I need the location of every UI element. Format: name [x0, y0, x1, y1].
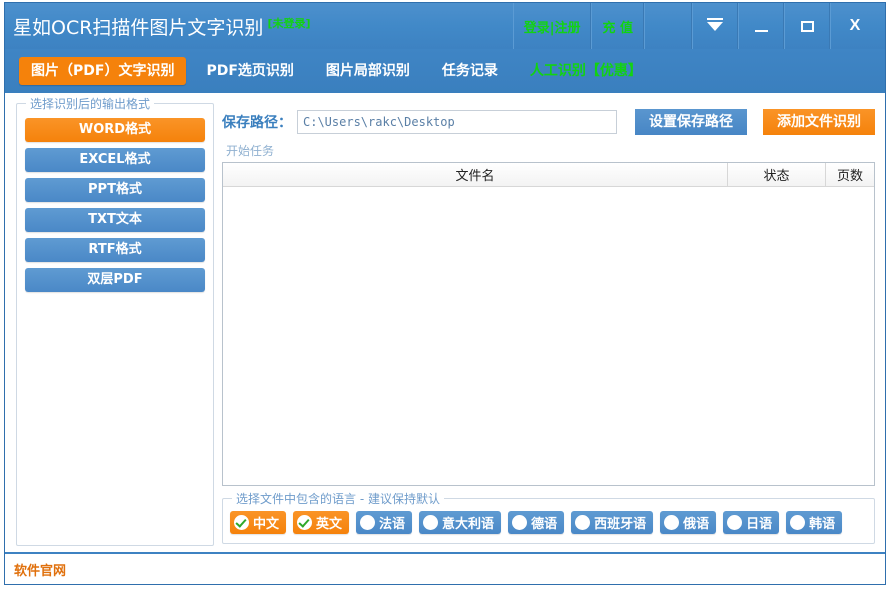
language-label: 韩语: [809, 513, 835, 532]
minimize-icon: [755, 30, 768, 32]
output-format-groupbox: 选择识别后的输出格式 WORD格式 EXCEL格式 PPT格式 TXT文本 RT…: [16, 103, 214, 546]
check-icon: [297, 515, 312, 530]
language-label: 法语: [379, 513, 405, 532]
status-bar: 软件官网: [5, 552, 885, 584]
language-button-korean[interactable]: 韩语: [786, 511, 842, 534]
content-area: 选择识别后的输出格式 WORD格式 EXCEL格式 PPT格式 TXT文本 RT…: [5, 93, 885, 552]
language-button-german[interactable]: 德语: [508, 511, 564, 534]
save-path-label: 保存路径：: [222, 112, 292, 132]
recharge-button[interactable]: 充 值: [591, 3, 644, 49]
column-header-status[interactable]: 状态: [728, 163, 826, 186]
minimize-button[interactable]: [738, 3, 784, 49]
close-button[interactable]: X: [830, 3, 885, 49]
format-button-excel[interactable]: EXCEL格式: [25, 148, 205, 172]
file-table: 文件名 状态 页数: [222, 162, 875, 486]
file-table-body[interactable]: [223, 187, 874, 485]
tab-image-pdf-ocr[interactable]: 图片（PDF）文字识别: [19, 57, 186, 85]
language-label: 意大利语: [442, 513, 494, 532]
language-label: 德语: [531, 513, 557, 532]
circle-icon: [512, 515, 527, 530]
file-table-header: 文件名 状态 页数: [223, 163, 874, 187]
tab-image-region-ocr[interactable]: 图片局部识别: [314, 57, 422, 85]
main-panel: 保存路径： 设置保存路径 添加文件识别 开始任务 文件名 状态 页数 选择文件中…: [222, 103, 875, 546]
tab-strip: 图片（PDF）文字识别 PDF选页识别 图片局部识别 任务记录 人工识别【优惠】: [5, 49, 885, 93]
tab-manual-ocr[interactable]: 人工识别【优惠】: [518, 57, 654, 85]
language-button-spanish[interactable]: 西班牙语: [571, 511, 653, 534]
format-button-word[interactable]: WORD格式: [25, 118, 205, 142]
output-format-group-title: 选择识别后的输出格式: [26, 95, 154, 112]
language-button-italian[interactable]: 意大利语: [419, 511, 501, 534]
save-path-input[interactable]: [297, 110, 617, 134]
tab-pdf-page-select-ocr[interactable]: PDF选页识别: [194, 57, 305, 85]
circle-icon: [727, 515, 742, 530]
close-icon: X: [850, 17, 861, 35]
start-task-label: 开始任务: [226, 142, 875, 159]
language-label: 日语: [746, 513, 772, 532]
main-window: 星如OCR扫描件图片文字识别 [未登录] 登录|注册 充 值 X 图片（PDF）…: [4, 2, 886, 585]
format-button-rtf[interactable]: RTF格式: [25, 238, 205, 262]
format-button-dual-layer-pdf[interactable]: 双层PDF: [25, 268, 205, 292]
chevron-down-icon: [707, 22, 723, 31]
tab-task-history[interactable]: 任务记录: [430, 57, 510, 85]
set-save-path-button[interactable]: 设置保存路径: [635, 109, 747, 135]
save-path-row: 保存路径： 设置保存路径 添加文件识别: [222, 109, 875, 135]
circle-icon: [423, 515, 438, 530]
language-label: 中文: [253, 513, 279, 532]
language-group-title: 选择文件中包含的语言 - 建议保持默认: [232, 490, 444, 507]
column-header-pages[interactable]: 页数: [826, 163, 874, 186]
language-label: 俄语: [683, 513, 709, 532]
circle-icon: [360, 515, 375, 530]
title-bar: 星如OCR扫描件图片文字识别 [未登录] 登录|注册 充 值 X: [5, 3, 885, 49]
format-button-txt[interactable]: TXT文本: [25, 208, 205, 232]
language-button-russian[interactable]: 俄语: [660, 511, 716, 534]
circle-icon: [790, 515, 805, 530]
language-label: 西班牙语: [594, 513, 646, 532]
output-format-panel: 选择识别后的输出格式 WORD格式 EXCEL格式 PPT格式 TXT文本 RT…: [16, 103, 214, 546]
column-header-filename[interactable]: 文件名: [223, 163, 728, 186]
check-icon: [234, 515, 249, 530]
title-bar-divider: [644, 3, 692, 49]
application-window: 星如OCR扫描件图片文字识别 [未登录] 登录|注册 充 值 X 图片（PDF）…: [0, 0, 890, 589]
format-button-ppt[interactable]: PPT格式: [25, 178, 205, 202]
language-button-english[interactable]: 英文: [293, 511, 349, 534]
language-label: 英文: [316, 513, 342, 532]
circle-icon: [664, 515, 679, 530]
circle-icon: [575, 515, 590, 530]
maximize-icon: [801, 21, 814, 32]
login-register-button[interactable]: 登录|注册: [513, 3, 592, 49]
language-button-japanese[interactable]: 日语: [723, 511, 779, 534]
official-website-link[interactable]: 软件官网: [14, 560, 66, 579]
collapse-button[interactable]: [692, 3, 738, 49]
language-button-chinese[interactable]: 中文: [230, 511, 286, 534]
app-title: 星如OCR扫描件图片文字识别: [13, 13, 263, 40]
language-button-french[interactable]: 法语: [356, 511, 412, 534]
language-groupbox: 选择文件中包含的语言 - 建议保持默认 中文 英文 法语: [222, 498, 875, 544]
add-file-button[interactable]: 添加文件识别: [763, 109, 875, 135]
login-state-badge: [未登录]: [267, 15, 310, 31]
maximize-button[interactable]: [784, 3, 830, 49]
language-button-row: 中文 英文 法语 意大利语: [230, 511, 867, 534]
